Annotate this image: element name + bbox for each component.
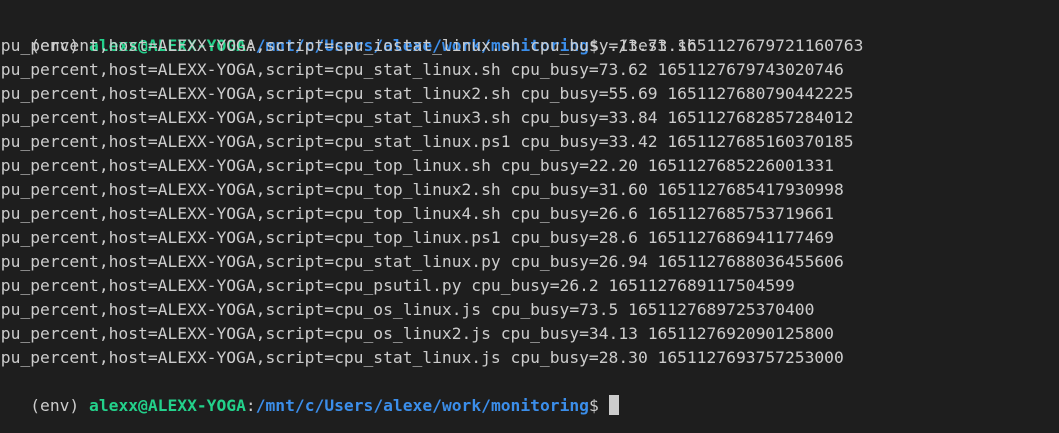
- output-line: cpu_percent,host=ALEXX-YOGA,script=cpu_s…: [0, 252, 844, 271]
- command-prompt-line: (env) alexx@ALEXX-YOGA:/mnt/c/Users/alex…: [0, 10, 1059, 55]
- output-line: cpu_percent,host=ALEXX-YOGA,script=cpu_s…: [0, 108, 854, 127]
- output-line: cpu_percent,host=ALEXX-YOGA,script=cpu_s…: [0, 348, 844, 367]
- prompt-dollar: $: [588, 396, 599, 415]
- output-line: cpu_percent,host=ALEXX-YOGA,script=cpu_s…: [0, 132, 854, 151]
- prompt-path: /mnt/c/Users/alexe/work/monitoring: [255, 396, 589, 415]
- output-line: cpu_percent,host=ALEXX-YOGA,script=cpu_t…: [0, 156, 834, 175]
- output-line: cpu_percent,host=ALEXX-YOGA,script=cpu_o…: [0, 324, 834, 343]
- active-prompt-line[interactable]: (env) alexx@ALEXX-YOGA:/mnt/c/Users/alex…: [0, 370, 1059, 415]
- output-line: cpu_percent,host=ALEXX-YOGA,script=cpu_s…: [0, 84, 854, 103]
- output-line: cpu_percent,host=ALEXX-YOGA,script=cpu_i…: [0, 36, 864, 55]
- output-line: cpu_percent,host=ALEXX-YOGA,script=cpu_t…: [0, 180, 844, 199]
- prompt-colon: :: [245, 396, 256, 415]
- terminal-window[interactable]: (env) alexx@ALEXX-YOGA:/mnt/c/Users/alex…: [0, 0, 1059, 433]
- prompt-user-host: alexx@ALEXX-YOGA: [89, 396, 246, 415]
- output-line: cpu_percent,host=ALEXX-YOGA,script=cpu_o…: [0, 300, 815, 319]
- output-line: cpu_percent,host=ALEXX-YOGA,script=cpu_s…: [0, 60, 844, 79]
- output-line: cpu_percent,host=ALEXX-YOGA,script=cpu_t…: [0, 228, 834, 247]
- text-cursor[interactable]: [608, 395, 619, 415]
- output-line: cpu_percent,host=ALEXX-YOGA,script=cpu_t…: [0, 204, 834, 223]
- output-line: cpu_percent,host=ALEXX-YOGA,script=cpu_p…: [0, 276, 795, 295]
- prompt-env: (env): [30, 396, 80, 415]
